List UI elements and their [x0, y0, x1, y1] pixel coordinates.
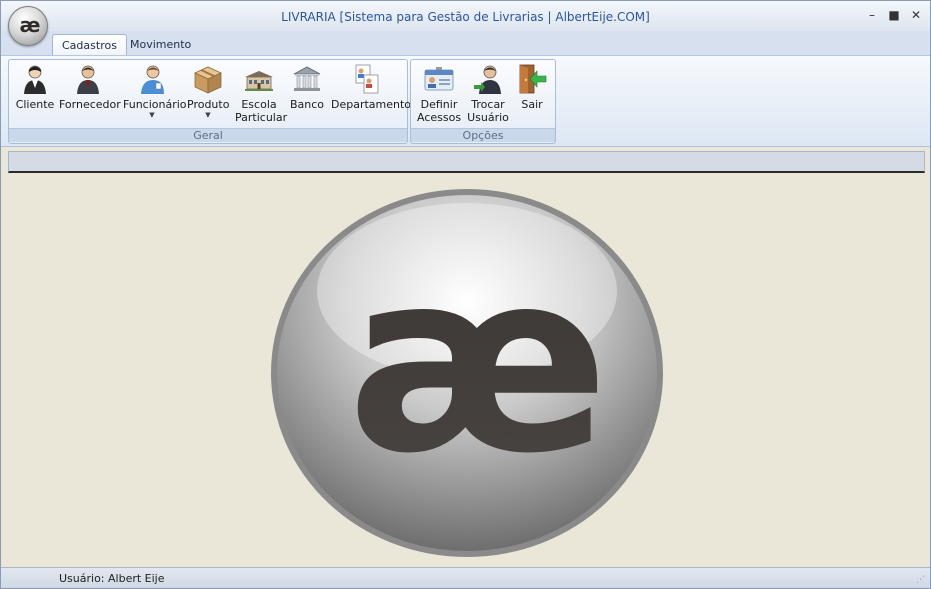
- resize-grip-icon[interactable]: ⋰: [916, 575, 926, 585]
- toolbar-strip: [8, 151, 925, 173]
- employee-person-icon: [141, 65, 164, 94]
- close-button[interactable]: ✕: [908, 7, 924, 23]
- application-menu-button[interactable]: æ: [8, 6, 48, 46]
- funcionario-dropdown-icon: ▼: [149, 111, 155, 119]
- app-logo-icon: æ: [19, 13, 41, 37]
- supplier-person-icon: [77, 65, 99, 94]
- department-docs-icon: [355, 64, 379, 94]
- definir-acessos-button[interactable]: Definir Acessos: [417, 63, 461, 124]
- produto-label: Produto: [187, 98, 230, 111]
- departamento-button[interactable]: Departamento: [331, 63, 412, 111]
- switch-user-icon: [474, 65, 501, 94]
- produto-dropdown-icon: ▼: [205, 111, 211, 119]
- window-controls: – ■ ✕: [864, 7, 924, 23]
- cliente-label: Cliente: [15, 98, 55, 111]
- exit-door-icon: [519, 64, 547, 94]
- ribbon-group-geral-label: Geral: [9, 128, 407, 142]
- client-person-icon: [24, 65, 46, 94]
- sair-button[interactable]: Sair: [515, 63, 549, 111]
- funcionario-button[interactable]: Funcionário ▼: [123, 63, 187, 119]
- departamento-label: Departamento: [331, 98, 412, 111]
- ae-logo-text: æ: [347, 217, 597, 508]
- definir-label-line1: Definir: [420, 98, 458, 111]
- trocar-label-line2: Usuário: [467, 111, 509, 124]
- bank-building-icon: [293, 66, 321, 91]
- fornecedor-button[interactable]: Fornecedor: [59, 63, 121, 111]
- sair-label: Sair: [521, 98, 543, 111]
- trocar-label-line1: Trocar: [471, 98, 505, 111]
- school-building-icon: [245, 71, 273, 91]
- id-card-icon: [424, 67, 454, 91]
- app-window: LIVRARIA [Sistema para Gestão de Livrari…: [0, 0, 931, 589]
- title-bar: LIVRARIA [Sistema para Gestão de Livrari…: [1, 1, 930, 31]
- ribbon: Cliente Fornecedor Funcionário ▼ Produto…: [1, 55, 930, 147]
- cliente-button[interactable]: Cliente: [15, 63, 55, 111]
- escola-label-line2: Particular: [235, 111, 288, 124]
- banco-button[interactable]: Banco: [288, 63, 326, 111]
- definir-label-line2: Acessos: [417, 111, 462, 124]
- funcionario-label: Funcionário: [123, 98, 187, 111]
- escola-label-line1: Escola: [241, 98, 277, 111]
- product-box-icon: [194, 66, 222, 94]
- produto-button[interactable]: Produto ▼: [187, 63, 229, 119]
- ribbon-tabs: Cadastros Movimento: [1, 31, 930, 56]
- ae-logo-image: æ: [271, 189, 663, 557]
- minimize-button[interactable]: –: [864, 7, 880, 23]
- status-bar: Usuário: Albert Eije ⋰: [1, 567, 930, 588]
- window-title: LIVRARIA [Sistema para Gestão de Livrari…: [281, 10, 650, 24]
- status-user: Usuário: Albert Eije: [59, 572, 165, 585]
- maximize-button[interactable]: ■: [886, 7, 902, 23]
- trocar-usuario-button[interactable]: Trocar Usuário: [467, 63, 509, 124]
- ribbon-group-opcoes: Definir Acessos Trocar Usuário Sair Opçõ…: [410, 59, 556, 144]
- tab-cadastros[interactable]: Cadastros: [52, 34, 127, 56]
- ribbon-group-opcoes-label: Opções: [411, 128, 555, 142]
- escola-particular-button[interactable]: Escola Particular: [235, 63, 288, 124]
- fornecedor-label: Fornecedor: [59, 98, 121, 111]
- main-content-area: æ: [1, 175, 930, 567]
- tab-movimento[interactable]: Movimento: [121, 34, 200, 56]
- ribbon-group-geral: Cliente Fornecedor Funcionário ▼ Produto…: [8, 59, 412, 144]
- banco-label: Banco: [289, 98, 325, 111]
